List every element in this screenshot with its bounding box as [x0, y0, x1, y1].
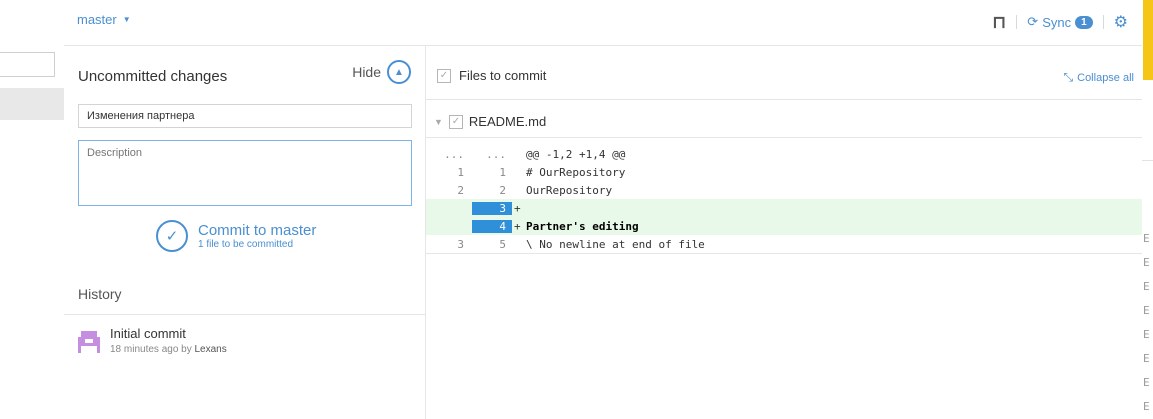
collapse-all-button[interactable]: ⤡ Collapse all [1064, 70, 1134, 85]
left-edge-panel [0, 0, 64, 419]
files-header: ✓ Files to commit ⤡ Collapse all [426, 46, 1142, 100]
diff-code: # OurRepository [526, 165, 626, 179]
diff-new-line-number: 3 [472, 201, 512, 215]
clipped-text: E [1143, 304, 1150, 317]
collapse-label: Collapse all [1077, 71, 1134, 84]
hide-label: Hide [352, 64, 381, 80]
diff-divider [426, 253, 1142, 254]
branch-selector[interactable]: master ▼ [77, 12, 131, 27]
summary-input[interactable] [78, 104, 412, 128]
diff-code: \ No newline at end of file [526, 237, 705, 251]
gear-icon[interactable]: ⚙ [1114, 12, 1128, 32]
diff-code: OurRepository [526, 183, 613, 197]
file-name: README.md [468, 114, 547, 129]
diff-line[interactable]: ...... @@ -1,2 +1,4 @@ [426, 145, 1142, 163]
right-edge-divider [1142, 160, 1153, 161]
sync-icon: ⟳ [1027, 14, 1039, 29]
description-input[interactable] [78, 140, 412, 206]
branch-name: master [77, 12, 117, 27]
clipped-text: E [1143, 256, 1150, 269]
file-checkbox[interactable]: ✓ [448, 114, 463, 129]
commit-sublabel: 1 file to be committed [198, 239, 294, 250]
diff-line[interactable]: 4 + Partner's editing [426, 217, 1142, 235]
diff-old-line-number: 3 [457, 237, 464, 251]
chevron-up-icon: ▲ [387, 60, 411, 84]
diff-code: @@ -1,2 +1,4 @@ [526, 147, 626, 161]
uncommitted-title: Uncommitted changes [78, 68, 228, 85]
right-edge-accent [1143, 0, 1153, 80]
checkmark-icon: ✓ [156, 220, 188, 252]
diff-line[interactable]: 3 + [426, 199, 1142, 217]
pull-request-icon[interactable]: ⊓ [992, 12, 1006, 33]
clipped-text: E [1143, 232, 1150, 245]
history-title: History [78, 286, 122, 302]
diff-line[interactable]: 2 2 OurRepository [426, 181, 1142, 199]
diff-new-line-number: 5 [499, 237, 506, 251]
diff-new-line-number: 1 [499, 165, 506, 179]
diff-new-line-number: ... [486, 147, 506, 161]
diff-marker: + [514, 201, 521, 215]
diff-line[interactable]: 1 1 # OurRepository [426, 163, 1142, 181]
diff-new-line-number: 2 [499, 183, 506, 197]
history-divider [64, 314, 425, 315]
diff-old-line-number: 2 [457, 183, 464, 197]
commit-title: Initial commit [110, 326, 186, 341]
diff-panel: ✓ Files to commit ⤡ Collapse all ▼ ✓ REA… [426, 46, 1142, 419]
clipped-text: E [1143, 400, 1150, 413]
sync-button[interactable]: ⟳ Sync 1 [1027, 14, 1093, 30]
collapse-icon: ⤡ [1063, 70, 1074, 84]
diff-line[interactable]: 3 5 \ No newline at end of file [426, 235, 1142, 253]
file-header: ▼ ✓ README.md [426, 100, 1142, 138]
hide-button[interactable]: Hide ▲ [352, 60, 411, 84]
top-bar: master ▼ ⊓ ⟳ Sync 1 ⚙ [64, 0, 1142, 46]
diff-view: ...... @@ -1,2 +1,4 @@ 1 1 # OurRepository 2 2… [426, 145, 1142, 253]
left-edge-band [0, 88, 64, 120]
commit-button[interactable]: ✓ Commit to master 1 file to be committe… [156, 220, 316, 252]
uncommitted-panel: Uncommitted changes Hide ▲ ✓ Commit to m… [64, 46, 426, 419]
diff-code: Partner's editing [526, 219, 639, 233]
commit-author: Lexans [194, 344, 227, 355]
diff-marker: + [514, 219, 521, 233]
history-item[interactable]: Initial commit 18 minutes ago by Lexans [78, 326, 227, 355]
sync-label: Sync [1042, 14, 1072, 30]
right-edge-panel: EEEEEEEE [1142, 0, 1153, 419]
diff-old-line-number: 1 [457, 165, 464, 179]
expand-triangle-icon[interactable]: ▼ [434, 117, 443, 127]
commit-label: Commit to master [198, 222, 317, 239]
avatar [78, 331, 100, 353]
clipped-text: E [1143, 376, 1150, 389]
chevron-down-icon: ▼ [122, 15, 131, 24]
clipped-text: E [1143, 280, 1150, 293]
sync-count-badge: 1 [1075, 15, 1093, 29]
top-actions: ⊓ ⟳ Sync 1 ⚙ [992, 8, 1142, 36]
files-title: Files to commit [459, 68, 547, 83]
left-edge-field[interactable] [0, 52, 55, 77]
diff-old-line-number: ... [444, 147, 464, 161]
select-all-checkbox[interactable]: ✓ [437, 68, 451, 83]
commit-time: 18 minutes ago by [110, 344, 192, 355]
clipped-text: E [1143, 352, 1150, 365]
divider [1102, 15, 1104, 29]
diff-new-line-number: 4 [472, 219, 512, 233]
divider [1016, 15, 1018, 29]
clipped-text: E [1143, 328, 1150, 341]
